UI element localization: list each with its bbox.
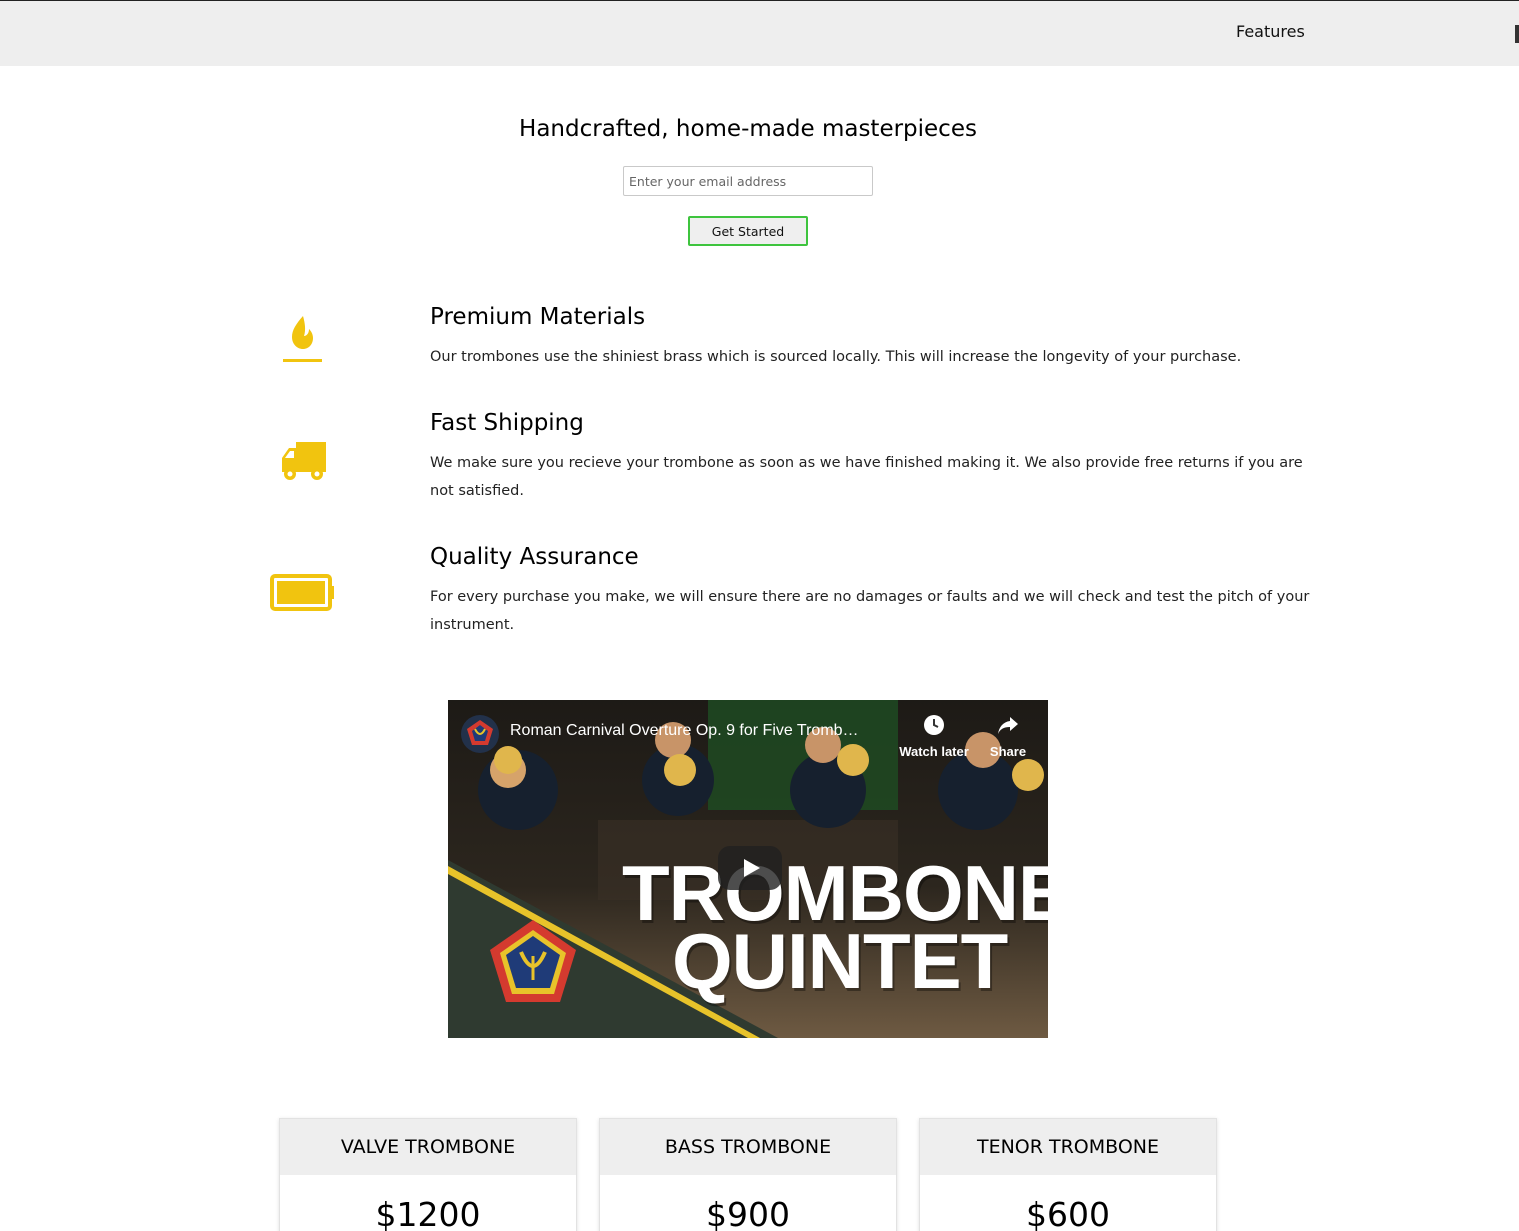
play-button[interactable]: [718, 846, 782, 890]
nav-link-cutoff[interactable]: [1515, 25, 1519, 43]
channel-logo-icon[interactable]: [460, 714, 500, 754]
feature-title-quality-assurance: Quality Assurance: [430, 544, 639, 570]
feature-desc-quality-assurance: For every purchase you make, we will ens…: [430, 589, 1310, 633]
pricing-card-tenor: TENOR TROMBONE $600: [919, 1118, 1217, 1231]
nav-link-features[interactable]: Features: [1236, 22, 1305, 41]
feature-title-premium-materials: Premium Materials: [430, 304, 646, 330]
pricing-card-title: VALVE TROMBONE: [280, 1119, 576, 1175]
share-label: Share: [989, 744, 1027, 759]
hero-title: Handcrafted, home-made masterpieces: [519, 116, 977, 142]
truck-icon: [279, 440, 329, 486]
video-player[interactable]: Roman Carnival Overture Op. 9 for Five T…: [448, 700, 1048, 1038]
pricing-card-title: TENOR TROMBONE: [920, 1119, 1216, 1175]
flame-icon: [282, 314, 324, 370]
feature-desc-premium-materials: Our trombones use the shiniest brass whi…: [430, 349, 1242, 365]
band-emblem-logo: [490, 920, 576, 1002]
pricing-card-price: $1200: [375, 1195, 481, 1231]
get-started-button[interactable]: Get Started: [688, 216, 808, 246]
site-header: Features: [0, 0, 1519, 66]
battery-full-icon: [270, 574, 336, 616]
pricing-card-bass: BASS TROMBONE $900: [599, 1118, 897, 1231]
feature-title-fast-shipping: Fast Shipping: [430, 410, 584, 436]
pricing-card-price: $900: [706, 1195, 790, 1231]
thumbnail-headline-line2: QUINTET: [672, 917, 1008, 1005]
email-input[interactable]: [623, 166, 873, 196]
pricing-card-title: BASS TROMBONE: [600, 1119, 896, 1175]
watch-later-label: Watch later: [899, 744, 969, 759]
video-title[interactable]: Roman Carnival Overture Op. 9 for Five T…: [510, 722, 859, 740]
pricing-card-valve: VALVE TROMBONE $1200: [279, 1118, 577, 1231]
share-button[interactable]: Share: [968, 714, 1048, 759]
pricing-card-price: $600: [1026, 1195, 1110, 1231]
share-arrow-icon: [998, 717, 1018, 734]
clock-icon: [924, 715, 944, 735]
feature-desc-fast-shipping: We make sure you recieve your trombone a…: [430, 455, 1303, 499]
watch-later-button[interactable]: Watch later: [894, 714, 974, 759]
